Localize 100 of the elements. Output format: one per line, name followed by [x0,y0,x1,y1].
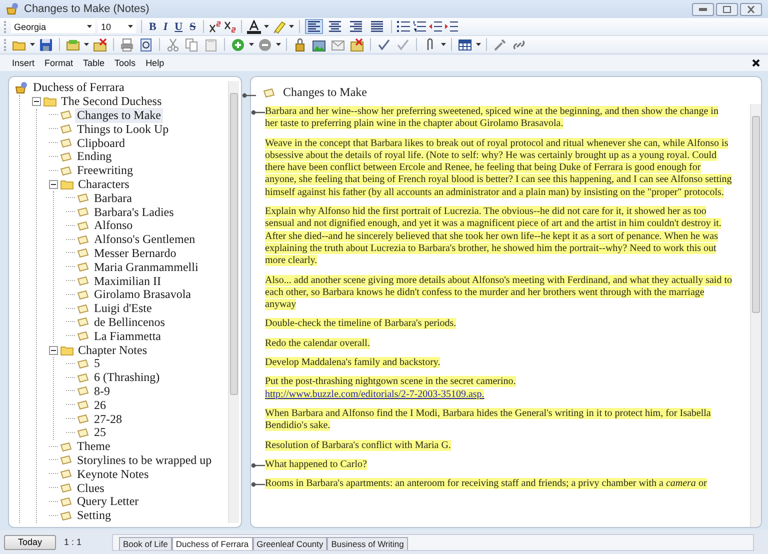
tree-item[interactable]: Changes to Make [75,108,163,123]
tree-item[interactable]: 5 [92,356,102,372]
dropdown-arrow-icon[interactable] [84,43,89,46]
scrollbar[interactable] [750,104,761,527]
tree-item[interactable]: Maximilian II [92,274,163,289]
bulleted-list-icon[interactable] [396,21,410,32]
copy-icon[interactable] [185,38,199,52]
tree-item[interactable]: Setting [75,508,114,523]
tree-item[interactable]: La Fiammetta [92,328,163,344]
outdent-icon[interactable] [428,21,442,32]
note-paragraph: What happened to Carlo? [265,458,367,472]
tree-item[interactable]: Chapter Notes [76,342,149,358]
notebook-tab[interactable]: Greenleaf County [252,536,328,550]
checkmark-icon[interactable] [396,38,410,52]
notebook-tab[interactable]: Business of Writing [327,536,408,550]
picture-icon[interactable] [312,38,326,52]
dropdown-arrow-icon [87,25,92,28]
tree-item[interactable]: The Second Duchess [59,94,164,110]
note-icon [77,304,90,314]
indent-icon[interactable] [444,21,458,32]
tree-item[interactable]: Barbara's Ladies [92,204,176,220]
envelope-icon[interactable] [331,38,345,52]
menu-item[interactable]: Table [83,58,105,68]
collapse-icon[interactable] [49,180,58,189]
tree-item[interactable]: Characters [76,176,132,192]
note-icon [60,469,73,480]
notebook-icon [15,81,29,94]
tree-item[interactable]: Theme [75,439,112,454]
tree-item[interactable]: Girolamo Brasavola [92,287,193,302]
printer-icon[interactable] [120,38,134,52]
tree-item[interactable]: 25 [92,425,108,440]
underline-button[interactable]: U [172,20,185,34]
today-button[interactable]: Today [4,534,56,550]
tree-item[interactable]: Alfonso's Gentlemen [92,232,198,248]
checkmark-icon[interactable] [377,38,391,52]
bold-button[interactable]: B [147,20,158,34]
dropdown-arrow-icon[interactable] [476,43,481,46]
tree-item[interactable]: Clues [75,480,106,496]
note-icon [60,110,73,120]
tree-item[interactable]: Duchess of Ferrara [31,81,126,96]
scissors-icon[interactable] [166,38,180,52]
tree-item[interactable]: Ending [75,149,114,164]
tree-item[interactable]: Messer Bernardo [92,246,178,261]
tree-item[interactable]: 26 [92,398,108,413]
dropdown-arrow-icon[interactable] [276,43,281,46]
print-preview-icon[interactable] [139,38,153,52]
strikethrough-button[interactable]: S [188,20,198,34]
close-icon[interactable] [752,59,760,67]
menu-item[interactable]: Insert [12,58,35,68]
dropdown-arrow-icon[interactable] [441,43,446,46]
italic-button[interactable]: I [161,20,170,34]
subscript-icon[interactable] [224,20,236,32]
tree-item[interactable]: Freewriting [75,163,135,178]
collapse-icon[interactable] [32,97,41,106]
url-link[interactable]: http://www.buzzle.com/editorials/2-7-2003-35109.asp. [265,388,484,400]
menu-item[interactable]: Help [146,58,164,68]
tree-item[interactable]: Things to Look Up [75,122,171,137]
menu-item[interactable]: Format [44,58,74,68]
font-size-dropdown[interactable]: 10 [98,20,136,33]
tree-item[interactable]: Maria Granmammelli [92,260,200,275]
tree-item[interactable]: de Bellincenos [92,314,167,330]
tree-item[interactable]: Clipboard [75,136,127,151]
tree-item[interactable]: Barbara [92,190,134,206]
tree-item[interactable]: 8-9 [92,384,112,399]
minimize-button[interactable] [692,2,714,16]
tree-item[interactable]: Query Letter [75,494,141,510]
close-button[interactable] [740,2,762,16]
notebook-tab[interactable]: Duchess of Ferrara [172,536,253,550]
align-icon [350,21,362,32]
delete-icon[interactable] [350,38,364,52]
note-icon [77,276,90,286]
dropdown-arrow-icon[interactable] [288,25,294,28]
notebook-tab[interactable]: Book of Life [119,536,172,550]
superscript-icon[interactable] [208,20,221,32]
menu-item[interactable]: Tools [114,58,136,68]
tree-item[interactable]: Storylines to be wrapped up [75,452,214,468]
numbered-list-icon[interactable] [412,21,426,32]
wrench-icon[interactable] [493,38,507,52]
align-icon [370,21,383,32]
tree-item[interactable]: Keynote Notes [75,466,151,482]
tree-item[interactable]: Alfonso [92,218,135,234]
table-icon[interactable] [458,38,472,52]
delete-note-icon[interactable] [93,38,107,52]
tree-item[interactable]: Luigi d'Este [92,301,154,316]
padlock-icon[interactable] [293,38,307,52]
dropdown-arrow-icon[interactable] [264,25,269,28]
font-dropdown[interactable]: Georgia [11,20,95,33]
save-icon[interactable] [39,38,53,52]
dropdown-arrow-icon[interactable] [249,43,254,46]
maximize-button[interactable] [716,2,738,16]
note-icon [77,248,90,258]
collapse-icon[interactable] [49,346,58,355]
dropdown-arrow-icon[interactable] [30,43,35,46]
tree-item[interactable]: 6 (Thrashing) [92,370,162,386]
scrollbar[interactable] [228,81,239,523]
font-color-icon[interactable] [246,20,261,34]
note-icon [77,331,90,342]
tree-item[interactable]: 27-28 [92,412,124,427]
align-left-button[interactable] [304,19,323,34]
link-icon[interactable] [512,38,526,52]
